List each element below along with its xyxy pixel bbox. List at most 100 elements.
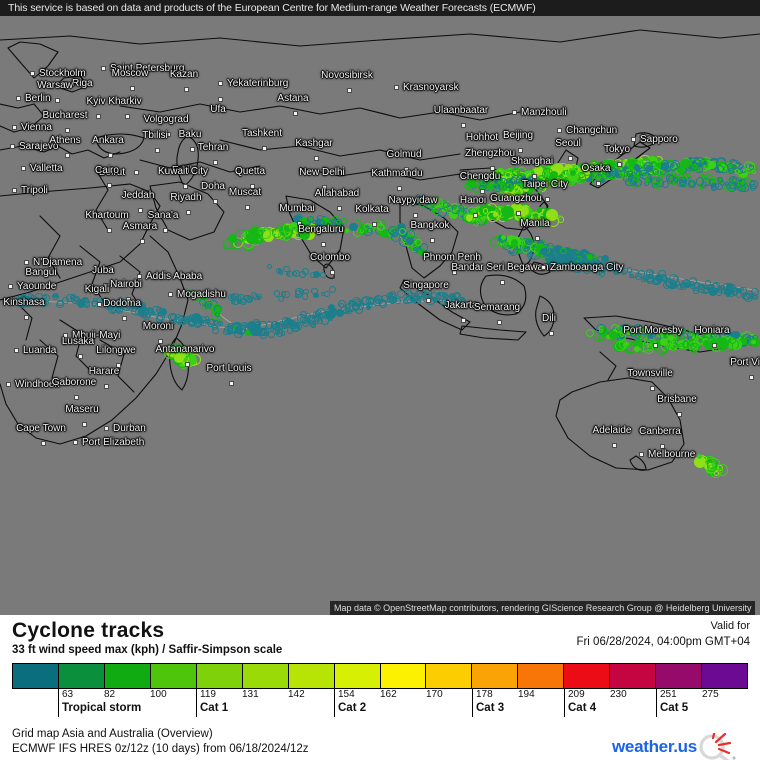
scale-tick-value: 82 (104, 689, 116, 700)
cyclone-track-point (112, 301, 118, 307)
ecmwf-attribution: This service is based on data and produc… (0, 0, 760, 16)
scale-tick-162: 162 (380, 689, 397, 701)
cyclone-track-point (348, 301, 355, 308)
cyclone-track-point (715, 164, 724, 174)
scale-tick-170: 170 (426, 689, 443, 701)
cyclone-track-point (546, 258, 553, 265)
color-swatch-0 (13, 664, 59, 688)
cyclone-track-point (715, 182, 723, 191)
cyclone-track-point (717, 176, 723, 183)
cyclone-track-point (525, 213, 535, 223)
color-swatch-3 (150, 664, 197, 688)
cyclone-track-point (398, 227, 407, 235)
scale-tick-230: 230 (610, 689, 627, 701)
cyclone-track-point (316, 218, 325, 228)
cyclone-track-point (582, 262, 590, 269)
cyclone-track-map-page: Stockholm Saint Petersburg Riga Moscow Kazan… (0, 0, 760, 760)
valid-for-datetime: Fri 06/28/2024, 04:00pm GMT+04 (576, 636, 750, 648)
cyclone-track-point (615, 173, 620, 178)
cyclone-track-point (701, 455, 707, 461)
cyclone-track-point (313, 314, 322, 323)
cyclone-track-point (679, 176, 686, 184)
cyclone-track-point (271, 321, 280, 331)
cyclone-track-point (349, 222, 358, 232)
cyclone-track-point (227, 233, 237, 243)
cyclone-track-point (663, 165, 671, 173)
weather-us-logo-text: weather.us (612, 737, 697, 756)
color-swatch-11 (518, 664, 565, 688)
cyclone-track-point (487, 210, 499, 223)
cyclone-track-point (703, 284, 708, 290)
scale-tick-100: 100 (150, 689, 167, 701)
osm-attribution: Map data © OpenStreetMap contributors, r… (330, 601, 756, 615)
cyclone-track-point (301, 293, 308, 300)
cyclone-track-point (696, 454, 702, 460)
cyclone-track-point (313, 292, 319, 299)
cyclone-track-point (279, 321, 284, 326)
cyclone-track-point (419, 243, 429, 252)
cyclone-track-point (189, 289, 197, 297)
cyclone-track-point (498, 181, 504, 187)
scale-tick-value: 209 (568, 689, 585, 700)
cyclone-track-point (537, 175, 547, 184)
cyclone-track-point (320, 272, 326, 278)
scale-category-label: Cat 4 (568, 702, 597, 714)
cyclone-track-point (218, 321, 223, 326)
map-viewport[interactable]: Stockholm Saint Petersburg Riga Moscow Kazan… (0, 0, 760, 615)
cyclone-track-point (97, 300, 106, 308)
cyclone-track-point (466, 207, 475, 215)
scale-tick-value: 63 (62, 689, 74, 700)
color-scale-bar-wrap (12, 663, 748, 689)
cyclone-track-point (405, 290, 412, 297)
cyclone-track-point (707, 458, 718, 469)
cyclone-track-point (737, 185, 743, 191)
cyclone-track-point (750, 287, 760, 296)
scale-tick-154: 154 Cat 2 (334, 689, 366, 717)
cyclone-track-point (534, 165, 543, 175)
cyclone-track-point (570, 261, 578, 269)
cyclone-track-point (338, 303, 344, 309)
cyclone-track-point (644, 162, 653, 171)
cyclone-track-point (487, 183, 494, 191)
cyclone-track-point (520, 180, 527, 187)
cyclone-track-point (235, 237, 243, 244)
scale-tick-131: 131 (242, 689, 259, 701)
cyclone-track-point (377, 299, 383, 304)
scale-category-label: Cat 2 (338, 702, 367, 714)
cyclone-track-point (406, 229, 415, 239)
cyclone-track-point (472, 181, 480, 189)
scale-tick-119: 119 Cat 1 (196, 689, 228, 717)
scale-tick-63: 63 Tropical storm (58, 689, 141, 717)
cyclone-track-point (376, 223, 385, 231)
cyclone-track-point (310, 271, 317, 279)
cyclone-track-point (726, 183, 732, 189)
scale-tick-value: 154 (338, 689, 355, 700)
cyclone-track-point (682, 340, 690, 349)
cyclone-track-point (372, 296, 378, 302)
scale-tick-value: 162 (380, 689, 397, 700)
cyclone-track-point (597, 332, 607, 341)
cyclone-track-point (391, 232, 401, 242)
weather-us-logo[interactable]: weather.us (612, 728, 748, 760)
scale-tick-209: 209 Cat 4 (564, 689, 596, 717)
cyclone-track-point (289, 320, 296, 326)
cyclone-track-point (733, 185, 738, 190)
valid-for-label: Valid for (710, 620, 750, 632)
cyclone-track-point (41, 301, 47, 307)
cyclone-track-point (510, 174, 520, 184)
cyclone-track-point (528, 252, 533, 258)
cyclone-track-point (92, 297, 98, 303)
scale-tick-194: 194 (518, 689, 535, 701)
cyclone-track-point (667, 174, 675, 182)
cyclone-track-point (612, 267, 620, 275)
color-scale-bar (12, 663, 748, 689)
scale-tick-value: 194 (518, 689, 535, 700)
cyclone-track-point (540, 247, 548, 256)
cyclone-track-point (212, 327, 219, 334)
scale-tick-value: 131 (242, 689, 259, 700)
cyclone-track-point (714, 287, 719, 293)
color-swatch-8 (380, 664, 427, 688)
cyclone-track-point (679, 158, 690, 169)
cyclone-track-point (361, 296, 370, 305)
color-swatch-14 (656, 664, 703, 688)
